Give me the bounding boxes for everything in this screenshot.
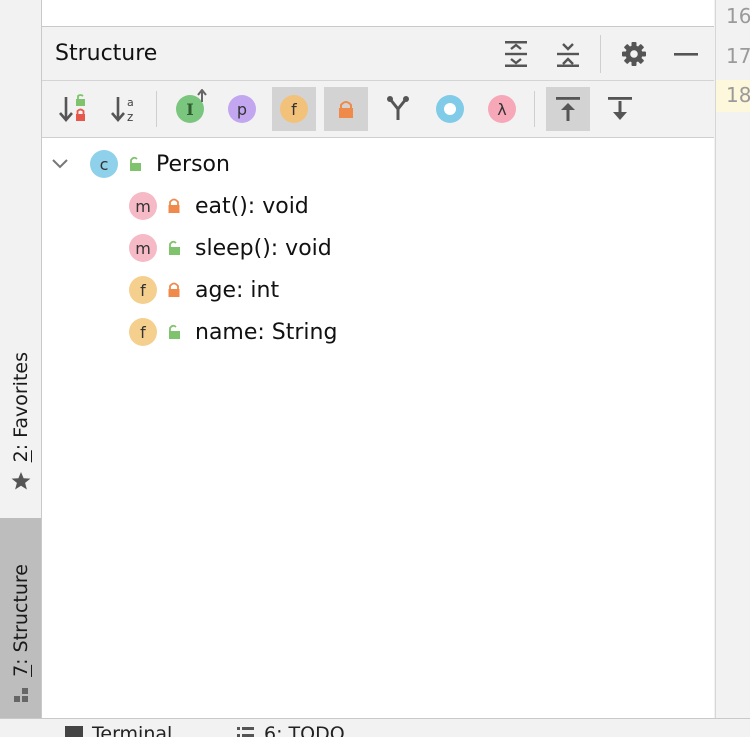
merge-icon: [387, 96, 409, 120]
structure-toolbar: a z I p f λ: [42, 81, 714, 138]
property-icon: p: [228, 95, 256, 123]
panel-header: Structure: [42, 27, 714, 81]
tree-node-class[interactable]: c Person: [46, 144, 230, 184]
line-number-gutter: 16 17 18: [715, 0, 750, 718]
left-tool-strip: 2: Favorites 7: Structure: [0, 0, 42, 718]
lambda-icon: λ: [488, 95, 516, 123]
panel-title: Structure: [55, 41, 158, 66]
tree-node-method[interactable]: m sleep(): void: [129, 228, 332, 268]
structure-icon: [11, 685, 31, 708]
tree-node-field[interactable]: f name: String: [129, 312, 337, 352]
bottom-tool-bar: Terminal 6: TODO: [0, 718, 750, 737]
tab-favorites-label: 2: Favorites: [9, 351, 32, 462]
lock-icon: [339, 101, 353, 118]
tree-node-method[interactable]: m eat(): void: [129, 186, 309, 226]
group-methods-button[interactable]: [376, 87, 420, 131]
tab-structure[interactable]: 7: Structure: [0, 518, 41, 718]
tree-node-label: age: int: [195, 277, 280, 303]
tab-favorites[interactable]: 2: Favorites: [0, 335, 41, 505]
sort-visibility-icon: [59, 94, 85, 122]
tab-todo-label: 6: TODO: [264, 723, 345, 737]
settings-button[interactable]: [616, 36, 652, 72]
field-icon: f: [280, 95, 308, 123]
line-number: 17: [726, 44, 750, 68]
autoscroll-to-icon: [556, 97, 580, 121]
tree-node-field[interactable]: f age: int: [129, 270, 279, 310]
tree-node-label: eat(): void: [195, 193, 309, 219]
field-icon: f: [129, 276, 157, 304]
tab-structure-label: 7: Structure: [9, 564, 32, 677]
toolbar-separator: [534, 91, 535, 127]
structure-panel: Structure a z I p f λ c Person m eat(): …: [42, 27, 714, 718]
tree-node-label: sleep(): void: [195, 235, 332, 261]
star-icon: [10, 470, 32, 495]
line-number-current: 18: [716, 80, 750, 112]
header-separator: [600, 35, 601, 73]
minimize-icon: [674, 53, 698, 56]
sort-alphabetically-button[interactable]: a z: [104, 87, 148, 131]
sort-by-visibility-button[interactable]: [52, 87, 96, 131]
line-number: 16: [726, 4, 750, 28]
hide-panel-button[interactable]: [668, 36, 704, 72]
private-lock-icon: [161, 281, 187, 299]
chevron-down-icon[interactable]: [46, 158, 74, 170]
private-lock-icon: [161, 197, 187, 215]
tab-terminal-label: Terminal: [92, 723, 173, 737]
show-inherited-button[interactable]: I: [168, 87, 212, 131]
show-properties-button[interactable]: p: [220, 87, 264, 131]
svg-text:z: z: [127, 110, 133, 124]
public-lock-icon: [161, 239, 187, 257]
sort-alpha-icon: a z: [111, 96, 134, 124]
autoscroll-from-source-button[interactable]: [598, 87, 642, 131]
toolbar-separator: [156, 91, 157, 127]
public-lock-icon: [122, 155, 148, 173]
expand-all-icon: [505, 41, 527, 67]
class-icon: c: [90, 150, 118, 178]
collapse-all-button[interactable]: [550, 36, 586, 72]
anonymous-icon: [436, 95, 464, 123]
tree-node-label: Person: [156, 151, 230, 177]
autoscroll-to-source-button[interactable]: [546, 87, 590, 131]
tree-node-label: name: String: [195, 319, 338, 345]
inherited-icon: I: [176, 89, 207, 123]
gear-icon: [622, 42, 646, 66]
terminal-icon: [65, 726, 83, 737]
method-icon: m: [129, 192, 157, 220]
show-lambdas-button[interactable]: λ: [480, 87, 524, 131]
field-icon: f: [129, 318, 157, 346]
autoscroll-from-icon: [608, 97, 632, 120]
public-lock-icon: [161, 323, 187, 341]
show-anonymous-button[interactable]: [428, 87, 472, 131]
svg-text:a: a: [127, 96, 134, 109]
collapse-all-icon: [557, 43, 579, 67]
method-icon: m: [129, 234, 157, 262]
tab-todo[interactable]: 6: TODO: [236, 723, 345, 737]
editor-top-area: [42, 0, 714, 27]
show-fields-button[interactable]: f: [272, 87, 316, 131]
todo-icon: [237, 727, 254, 737]
expand-all-button[interactable]: [498, 36, 534, 72]
show-non-public-button[interactable]: [324, 87, 368, 131]
tab-terminal[interactable]: Terminal: [64, 723, 172, 737]
